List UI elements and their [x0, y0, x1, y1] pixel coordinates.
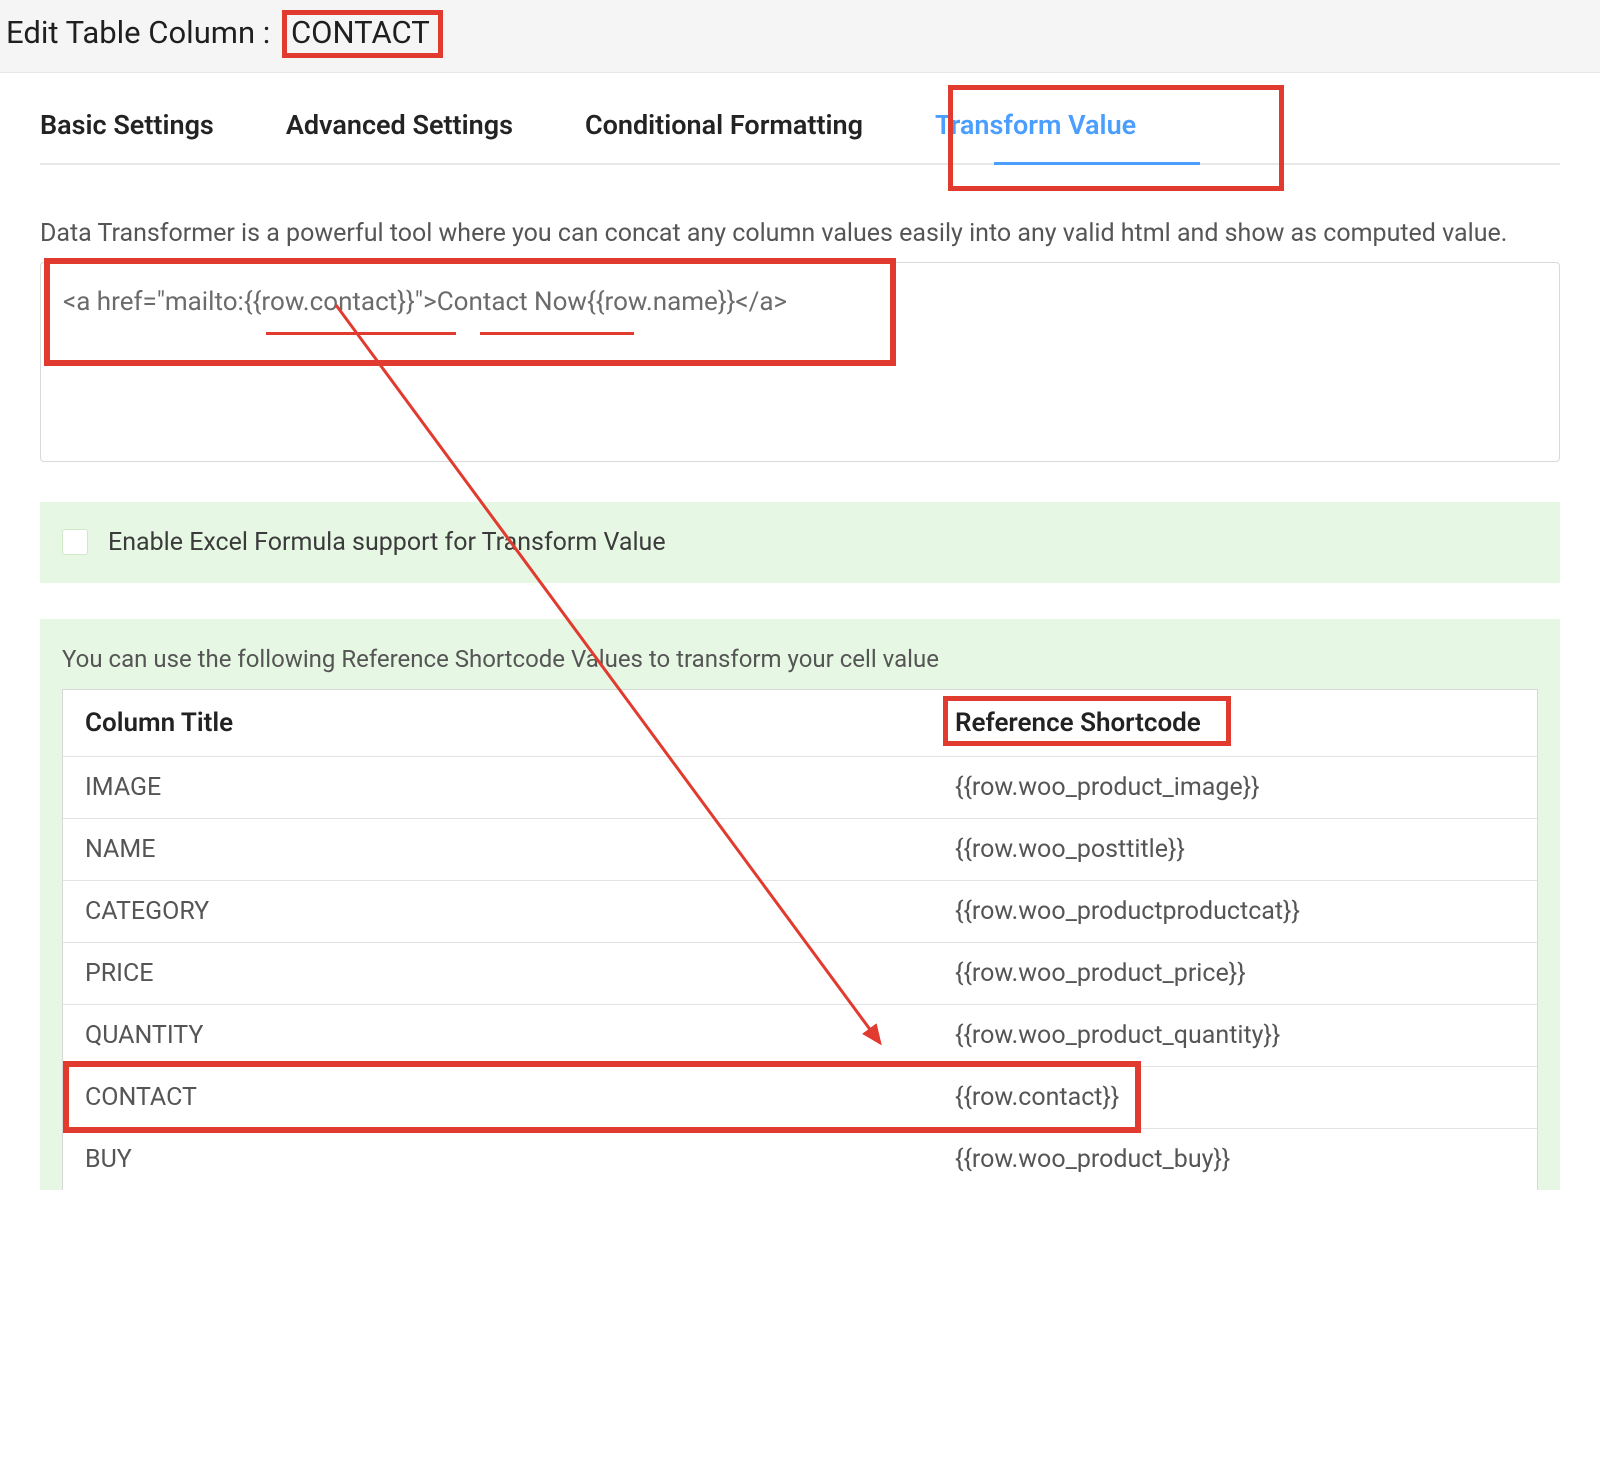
table-row: CATEGORY {{row.woo_productproductcat}} [63, 881, 1537, 943]
header-column-name: CONTACT [282, 10, 443, 58]
tab-transform-value[interactable]: Transform Value [935, 101, 1136, 163]
ref-shortcode: {{row.contact}} [955, 1083, 1515, 1112]
ref-shortcode: {{row.woo_product_price}} [955, 959, 1515, 988]
ref-title: IMAGE [85, 773, 955, 802]
reference-table-header: Column Title Reference Shortcode [63, 690, 1537, 757]
ref-shortcode: {{row.woo_product_quantity}} [955, 1021, 1515, 1050]
table-row: QUANTITY {{row.woo_product_quantity}} [63, 1005, 1537, 1067]
reference-description: You can use the following Reference Shor… [62, 645, 1538, 673]
annotation-underline [266, 332, 456, 335]
reference-header-col1: Column Title [85, 708, 955, 738]
table-row: BUY {{row.woo_product_buy}} [63, 1129, 1537, 1190]
reference-table: Column Title Reference Shortcode IMAGE {… [62, 689, 1538, 1190]
ref-title: CONTACT [85, 1083, 955, 1112]
excel-formula-label: Enable Excel Formula support for Transfo… [108, 528, 666, 557]
ref-shortcode: {{row.woo_posttitle}} [955, 835, 1515, 864]
excel-formula-checkbox[interactable] [62, 529, 88, 555]
tab-conditional-formatting[interactable]: Conditional Formatting [585, 101, 863, 163]
tabs-container: Basic Settings Advanced Settings Conditi… [0, 101, 1600, 165]
annotation-underline [480, 332, 634, 335]
ref-title: NAME [85, 835, 955, 864]
header-prefix: Edit Table Column : [6, 14, 270, 51]
tab-advanced-settings[interactable]: Advanced Settings [286, 101, 513, 163]
reference-header-col2: Reference Shortcode [955, 708, 1515, 738]
tab-basic-settings[interactable]: Basic Settings [40, 101, 214, 163]
code-box-wrap: <a href="mailto:{{row.contact}}">Contact… [40, 262, 1560, 462]
table-row: NAME {{row.woo_posttitle}} [63, 819, 1537, 881]
transform-code-input[interactable]: <a href="mailto:{{row.contact}}">Contact… [40, 262, 1560, 462]
table-row: CONTACT {{row.contact}} [63, 1067, 1537, 1129]
ref-shortcode: {{row.woo_productproductcat}} [955, 897, 1515, 926]
transform-description: Data Transformer is a powerful tool wher… [40, 219, 1560, 248]
reference-shortcode-panel: You can use the following Reference Shor… [40, 619, 1560, 1190]
ref-shortcode: {{row.woo_product_buy}} [955, 1145, 1515, 1174]
ref-title: PRICE [85, 959, 955, 988]
table-row: IMAGE {{row.woo_product_image}} [63, 757, 1537, 819]
ref-shortcode: {{row.woo_product_image}} [955, 773, 1515, 802]
ref-title: QUANTITY [85, 1021, 955, 1050]
tab-bar: Basic Settings Advanced Settings Conditi… [40, 101, 1560, 165]
header-title: Edit Table Column : CONTACT [6, 10, 1600, 58]
ref-title: CATEGORY [85, 897, 955, 926]
excel-formula-panel: Enable Excel Formula support for Transfo… [40, 502, 1560, 583]
table-row: PRICE {{row.woo_product_price}} [63, 943, 1537, 1005]
tab-content: Data Transformer is a powerful tool wher… [0, 165, 1600, 1190]
page-header: Edit Table Column : CONTACT [0, 0, 1600, 73]
ref-title: BUY [85, 1145, 955, 1174]
